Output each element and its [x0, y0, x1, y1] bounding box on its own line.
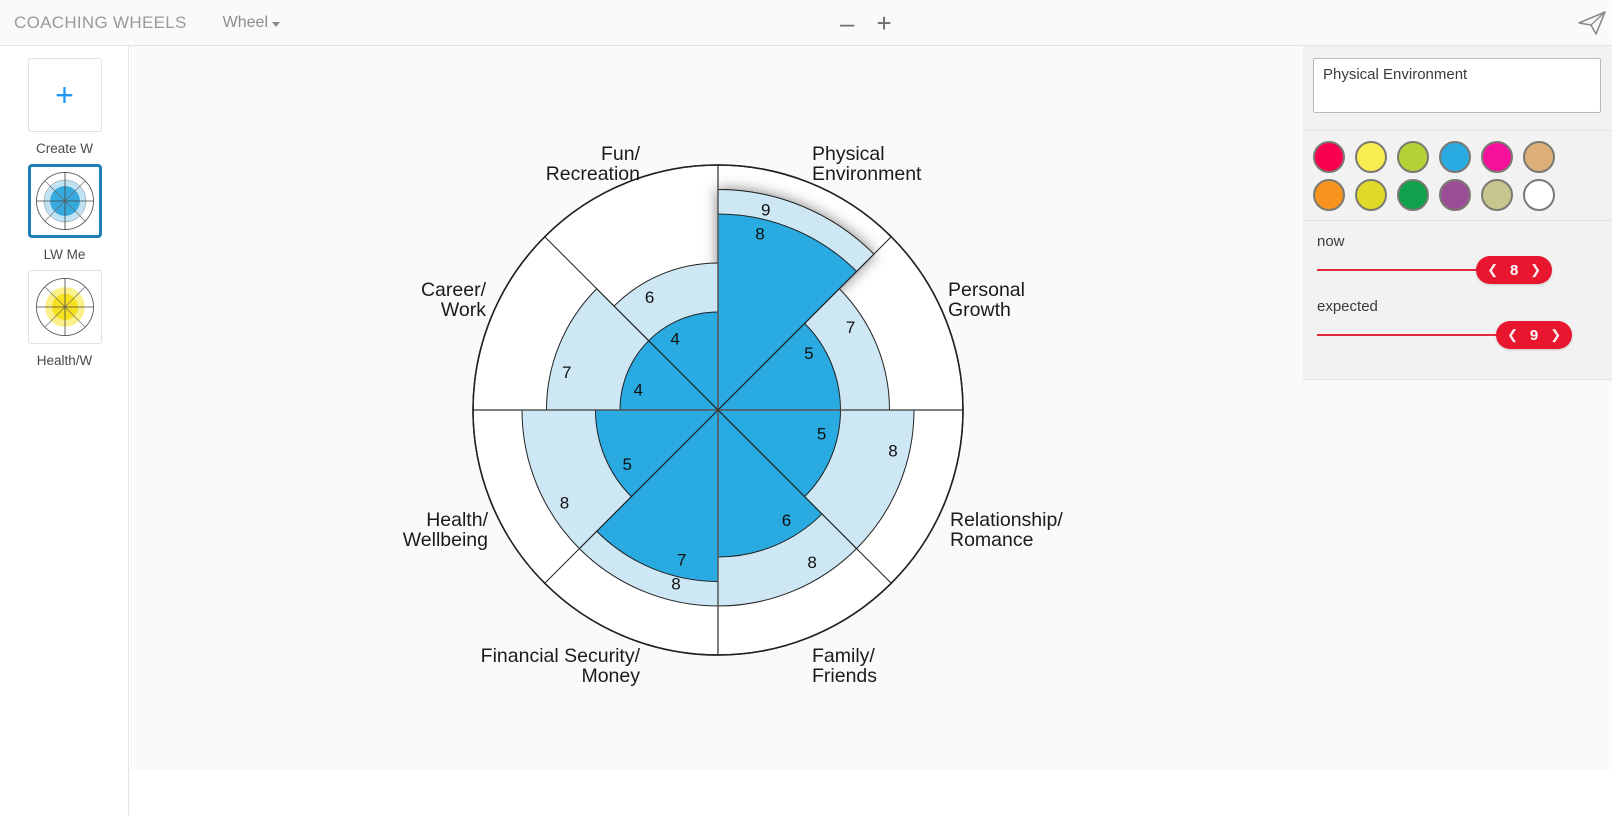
slider-group-now: now ❮ 8 ❯ [1313, 233, 1602, 290]
wheel-axis-label: Career/Work [421, 279, 487, 321]
slider-expected[interactable]: ❮ 9 ❯ [1313, 315, 1602, 355]
slider-thumb-expected[interactable]: ❮ 9 ❯ [1496, 321, 1573, 349]
wheel-value-expected: 8 [671, 575, 680, 594]
wheel-value-now: 8 [755, 224, 764, 243]
wheel-canvas[interactable]: 9 8 7 5 8 5 8 6 8 7 8 5 7 4 6 4 Physical Environment Perso… [130, 46, 1303, 770]
color-swatch[interactable] [1523, 141, 1555, 173]
wheel-value-expected: 8 [560, 494, 569, 513]
chevron-left-icon[interactable]: ❮ [1505, 327, 1520, 343]
slider-value-expected: 9 [1529, 326, 1539, 344]
segment-label-input[interactable] [1313, 58, 1601, 113]
wheel-axis-label: Financial Security/Money [481, 645, 641, 687]
color-swatch[interactable] [1313, 141, 1345, 173]
slider-value-now: 8 [1510, 261, 1519, 279]
wheel-value-now: 5 [817, 424, 826, 443]
slider-track-now[interactable] [1317, 269, 1477, 271]
chevron-left-icon[interactable]: ❮ [1485, 262, 1500, 278]
color-palette-row [1313, 179, 1602, 211]
wheel-thumbnail-blue[interactable] [27, 164, 102, 238]
wheel-axis-label: Relationship/Romance [950, 509, 1063, 551]
slider-group-expected: expected ❮ 9 ❯ [1313, 298, 1602, 355]
wheel-value-expected: 8 [807, 553, 816, 572]
create-wheel-thumbnail[interactable]: + [27, 58, 102, 132]
wheel-value-now: 6 [782, 511, 791, 530]
zoom-controls: – + [840, 0, 892, 46]
canvas-bottom-filler [130, 770, 1612, 815]
color-swatch[interactable] [1523, 179, 1555, 211]
value-sliders: now ❮ 8 ❯ expected ❮ 9 ❯ [1303, 221, 1612, 380]
plus-icon: + [55, 77, 74, 113]
wheel-value-now: 4 [634, 380, 643, 399]
wheel-value-now: 7 [677, 551, 686, 570]
wheel-value-now: 4 [670, 330, 679, 349]
color-swatch[interactable] [1313, 179, 1345, 211]
wheel-thumbnail-blue-icon [35, 172, 94, 230]
wheel-axis-label: Family/Friends [812, 645, 877, 687]
top-toolbar: COACHING WHEELS Wheel – + [0, 0, 1612, 46]
properties-panel: now ❮ 8 ❯ expected ❮ 9 ❯ [1303, 46, 1612, 380]
sidebar-item-health-wellbeing[interactable]: Health/W [0, 270, 129, 368]
coaching-wheel-chart[interactable]: 9 8 7 5 8 5 8 6 8 7 8 5 7 4 6 4 Physical Environment Perso… [130, 46, 1303, 770]
sidebar-item-label: Create W [35, 141, 93, 156]
chevron-right-icon[interactable]: ❯ [1528, 262, 1543, 278]
zoom-out-button[interactable]: – [840, 10, 854, 36]
wheel-thumbnail-yellow[interactable] [27, 270, 102, 344]
slider-thumb-now[interactable]: ❮ 8 ❯ [1476, 256, 1553, 284]
chevron-down-icon [272, 22, 280, 27]
wheel-value-expected: 7 [562, 363, 571, 382]
color-palette [1303, 131, 1612, 221]
slider-now[interactable]: ❮ 8 ❯ [1313, 250, 1602, 290]
wheel-value-expected: 9 [761, 201, 770, 220]
color-swatch[interactable] [1397, 141, 1429, 173]
wheel-axis-label: Physical Environment [812, 143, 922, 185]
wheel-value-expected: 8 [888, 442, 897, 461]
sidebar: + Create W LW Me Health/W [0, 46, 129, 815]
color-palette-row [1313, 141, 1602, 173]
sidebar-item-lw-me[interactable]: LW Me [0, 164, 129, 262]
zoom-in-button[interactable]: + [876, 10, 891, 36]
menu-wheel-label: Wheel [222, 13, 268, 31]
send-icon[interactable] [1578, 10, 1606, 36]
wheel-value-now: 5 [622, 455, 631, 474]
slider-label-expected: expected [1317, 298, 1378, 315]
color-swatch[interactable] [1355, 179, 1387, 211]
wheel-value-expected: 6 [645, 288, 654, 307]
sidebar-item-create-wheel[interactable]: + Create W [0, 58, 129, 156]
color-swatch[interactable] [1481, 179, 1513, 211]
color-swatch[interactable] [1355, 141, 1387, 173]
color-swatch[interactable] [1439, 179, 1471, 211]
segment-label-card [1303, 46, 1612, 131]
app-brand-title: COACHING WHEELS [14, 12, 187, 32]
wheel-axis-label: Fun/Recreation [546, 143, 641, 185]
wheel-axis-label: Health/Wellbeing [403, 509, 489, 551]
color-swatch[interactable] [1481, 141, 1513, 173]
sidebar-item-label: LW Me [43, 247, 86, 262]
menu-wheel[interactable]: Wheel [223, 14, 280, 32]
color-swatch[interactable] [1397, 179, 1429, 211]
wheel-thumbnail-yellow-icon [35, 278, 94, 336]
sidebar-item-label: Health/W [36, 353, 93, 368]
slider-track-expected[interactable] [1317, 334, 1497, 336]
wheel-axis-label: Personal Growth [948, 279, 1025, 321]
color-swatch[interactable] [1439, 141, 1471, 173]
slider-label-now: now [1317, 233, 1345, 250]
wheel-value-now: 5 [804, 344, 813, 363]
chevron-right-icon[interactable]: ❯ [1548, 327, 1563, 343]
wheel-value-expected: 7 [846, 318, 855, 337]
